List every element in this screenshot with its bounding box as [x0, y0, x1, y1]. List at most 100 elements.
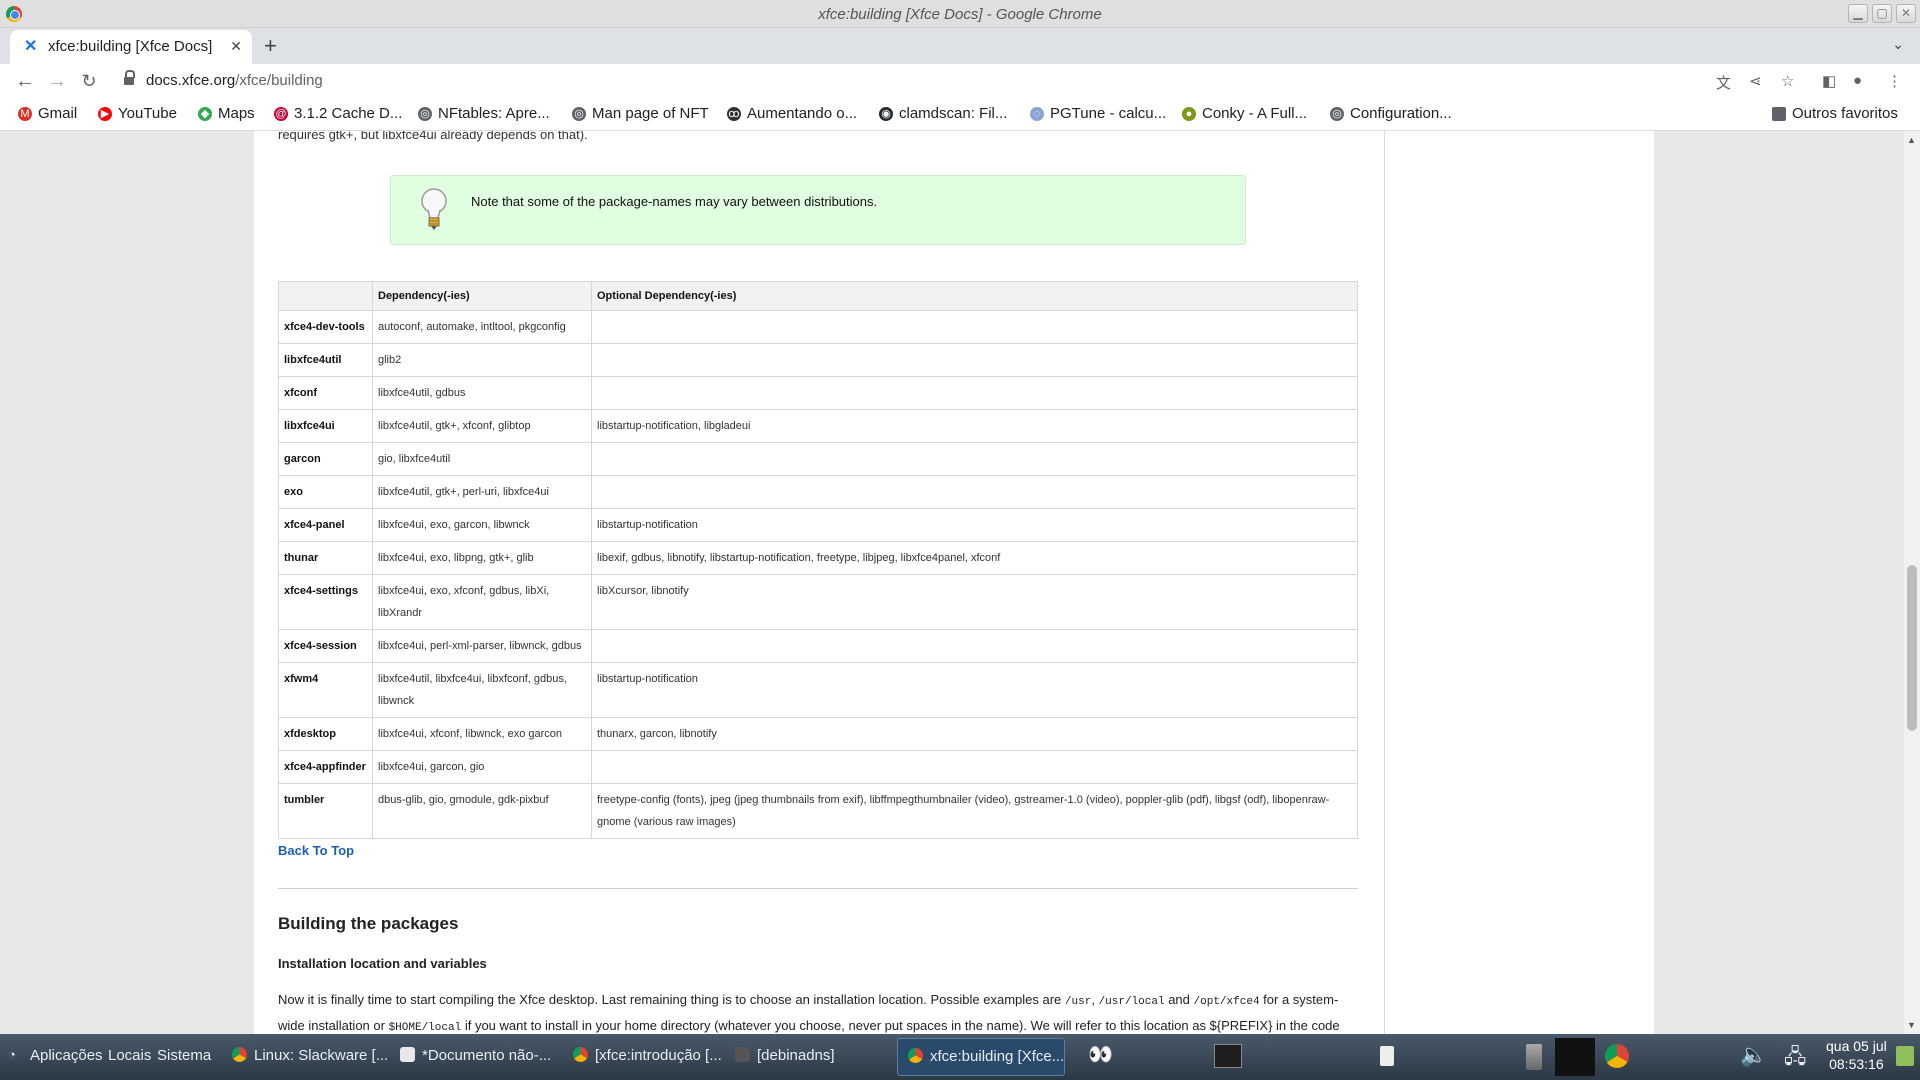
bookmark-item[interactable]: ◆ Maps [198, 105, 255, 122]
table-row: libxfce4util glib2 [278, 343, 1358, 377]
tab-xfce-building[interactable]: ✕ xfce:building [Xfce Docs] ✕ [10, 30, 252, 64]
chrome-icon [573, 1047, 588, 1062]
menu-places[interactable]: Locais [108, 1047, 151, 1064]
bookmark-label: Conky - A Full... [1202, 105, 1308, 122]
bookmark-item[interactable]: ◎ Man page of NFT [572, 105, 709, 122]
minimize-button[interactable]: ▁ [1848, 4, 1868, 23]
column-header-dependency: Dependency(-ies) [372, 281, 592, 311]
translate-icon[interactable]: 文 [1716, 72, 1731, 93]
taskbar-window-label: [xfce:introdução [... [595, 1047, 722, 1064]
right-sidebar [1384, 131, 1654, 1034]
taskbar-window-button[interactable]: xfce:building [Xfce... [897, 1038, 1065, 1076]
reload-icon[interactable]: ↻ [76, 68, 102, 94]
address-bar[interactable]: docs.xfce.org/xfce/building [116, 67, 1756, 95]
volume-icon[interactable]: 🔈 [1740, 1042, 1767, 1068]
bookmark-star-icon[interactable]: ☆ [1781, 72, 1794, 90]
chrome-icon [908, 1048, 923, 1063]
window-title: xfce:building [Xfce Docs] - Google Chrom… [818, 6, 1102, 23]
taskbar-window-button[interactable]: *Documento não-... [390, 1038, 560, 1076]
optional-dependency-cell: libstartup-notification [591, 508, 1358, 542]
bookmark-item[interactable]: ▶ YouTube [98, 105, 177, 122]
table-row: xfce4-appfinder libxfce4ui, garcon, gio [278, 750, 1358, 784]
package-cell: xfce4-dev-tools [278, 310, 373, 344]
tab-search-chevron-icon[interactable]: ⌄ [1892, 36, 1904, 53]
bookmark-item[interactable]: ꝏ Aumentando o... [727, 105, 857, 122]
package-cell: libxfce4ui [278, 409, 373, 443]
new-tab-button[interactable]: + [264, 33, 277, 59]
window-controls: ▁ ▢ ✕ [1848, 4, 1916, 23]
dependency-cell: libxfce4ui, garcon, gio [372, 750, 592, 784]
bookmark-item[interactable]: ● Conky - A Full... [1182, 105, 1307, 122]
menu-system[interactable]: Sistema [157, 1047, 211, 1064]
table-row: xfwm4 libxfce4util, libxfce4ui, libxfconf… [278, 662, 1358, 718]
menu-applications[interactable]: Aplicações [30, 1047, 103, 1064]
gmail-icon: M [18, 106, 32, 121]
taskbar-window-button[interactable]: Linux: Slackware [... [222, 1038, 387, 1076]
bookmark-label: YouTube [118, 105, 177, 122]
close-tab-icon[interactable]: ✕ [230, 38, 242, 55]
note-text: Note that some of the package-names may … [471, 194, 878, 209]
menu-dots-icon[interactable]: ⋮ [1887, 72, 1902, 90]
scroll-down-arrow-icon[interactable]: ▼ [1907, 1020, 1916, 1030]
eyes-applet-icon[interactable]: 👀 [1088, 1042, 1113, 1067]
package-cell: xfce4-appfinder [278, 750, 373, 784]
chrome-launcher-icon[interactable] [1605, 1044, 1629, 1068]
taskbar-window-label: xfce:building [Xfce... [930, 1048, 1065, 1065]
bookmark-item[interactable]: @3.1.2 Cache D... [274, 105, 402, 122]
column-header-optional: Optional Dependency(-ies) [591, 281, 1358, 311]
optional-dependency-cell: thunarx, garcon, libnotify [591, 717, 1358, 751]
taskbar-window-label: Linux: Slackware [... [254, 1047, 387, 1064]
trash-icon[interactable] [1526, 1044, 1542, 1070]
bookmark-item[interactable]: M Gmail [18, 105, 77, 122]
profile-avatar-icon[interactable]: ● [1853, 72, 1862, 89]
lock-icon [124, 70, 135, 86]
table-row: tumbler dbus-glib, gio, gmodule, gdk-pixb… [278, 783, 1358, 839]
bookmark-label: 3.1.2 Cache D... [294, 105, 403, 122]
scrollbar-thumb[interactable] [1907, 565, 1917, 731]
clock-date: qua 05 jul [1826, 1038, 1887, 1054]
notes-applet-icon[interactable] [1380, 1046, 1394, 1066]
network-icon[interactable]: 🖧 [1784, 1042, 1806, 1076]
mate-menu-icon[interactable]: ◔ [8, 1047, 16, 1062]
taskbar-window-button[interactable]: [debinadns] [725, 1038, 885, 1076]
text-editor-icon [400, 1047, 415, 1062]
close-window-button[interactable]: ✕ [1896, 4, 1916, 23]
bookmark-label: clamdscan: Fil... [899, 105, 1008, 122]
bookmark-item[interactable]: ◎ Configuration... [1330, 105, 1452, 122]
dependency-cell: gio, libxfce4util [372, 442, 592, 476]
optional-dependency-cell: libexif, gdbus, libnotify, libstartup-no… [591, 541, 1358, 575]
taskbar-window-button[interactable]: [xfce:introdução [... [563, 1038, 723, 1076]
bookmark-label: PGTune - calcu... [1050, 105, 1167, 122]
page-scrollbar[interactable]: ▲ ▼ [1904, 131, 1920, 1034]
maximize-button[interactable]: ▢ [1872, 4, 1892, 23]
body-paragraph: Now it is finally time to start compilin… [278, 992, 1340, 1034]
show-desktop-icon[interactable] [1896, 1046, 1914, 1066]
other-bookmarks-folder[interactable]: Outros favoritos [1772, 105, 1898, 122]
tux-icon: ꝏ [727, 106, 741, 121]
folder-icon [1772, 106, 1786, 121]
optional-dependency-cell: libstartup-notification [591, 662, 1358, 718]
back-arrow-icon[interactable]: ← [12, 68, 38, 94]
clock[interactable]: qua 05 jul 08:53:16 [1826, 1037, 1887, 1073]
bookmark-item[interactable]: ◎ NFtables: Apre... [418, 105, 550, 122]
terminal-launcher-icon[interactable] [1214, 1044, 1242, 1068]
bookmarks-bar: Outros favoritos M Gmail ▶ YouTube ◆ Maps @3.1… [0, 98, 1920, 131]
browser-toolbar: ← → ↻ docs.xfce.org/xfce/building 文 ⋖ ☆ … [0, 64, 1920, 98]
table-row: libxfce4ui libxfce4util, gtk+, xfconf, gl… [278, 409, 1358, 443]
back-to-top-link[interactable]: Back To Top [278, 843, 354, 858]
bookmark-item[interactable]: ◌ PGTune - calcu... [1030, 105, 1166, 122]
package-cell: libxfce4util [278, 343, 373, 377]
bookmark-label: Maps [218, 105, 255, 122]
side-panel-icon[interactable]: ◧ [1822, 72, 1836, 90]
optional-dependency-cell [591, 442, 1358, 476]
dependency-cell: libxfce4util, gdbus [372, 376, 592, 410]
scroll-up-arrow-icon[interactable]: ▲ [1907, 135, 1916, 145]
table-header-row: Dependency(-ies) Optional Dependency(-ie… [278, 281, 1358, 311]
table-row: exo libxfce4util, gtk+, perl-uri, libxfce… [278, 475, 1358, 509]
package-cell: xfwm4 [278, 662, 373, 718]
dependency-table: Dependency(-ies) Optional Dependency(-ie… [278, 281, 1358, 839]
forward-arrow-icon[interactable]: → [44, 68, 70, 94]
bookmark-label: Man page of NFT [592, 105, 709, 122]
bookmark-item[interactable]: ◉ clamdscan: Fil... [879, 105, 1007, 122]
share-icon[interactable]: ⋖ [1749, 72, 1762, 90]
